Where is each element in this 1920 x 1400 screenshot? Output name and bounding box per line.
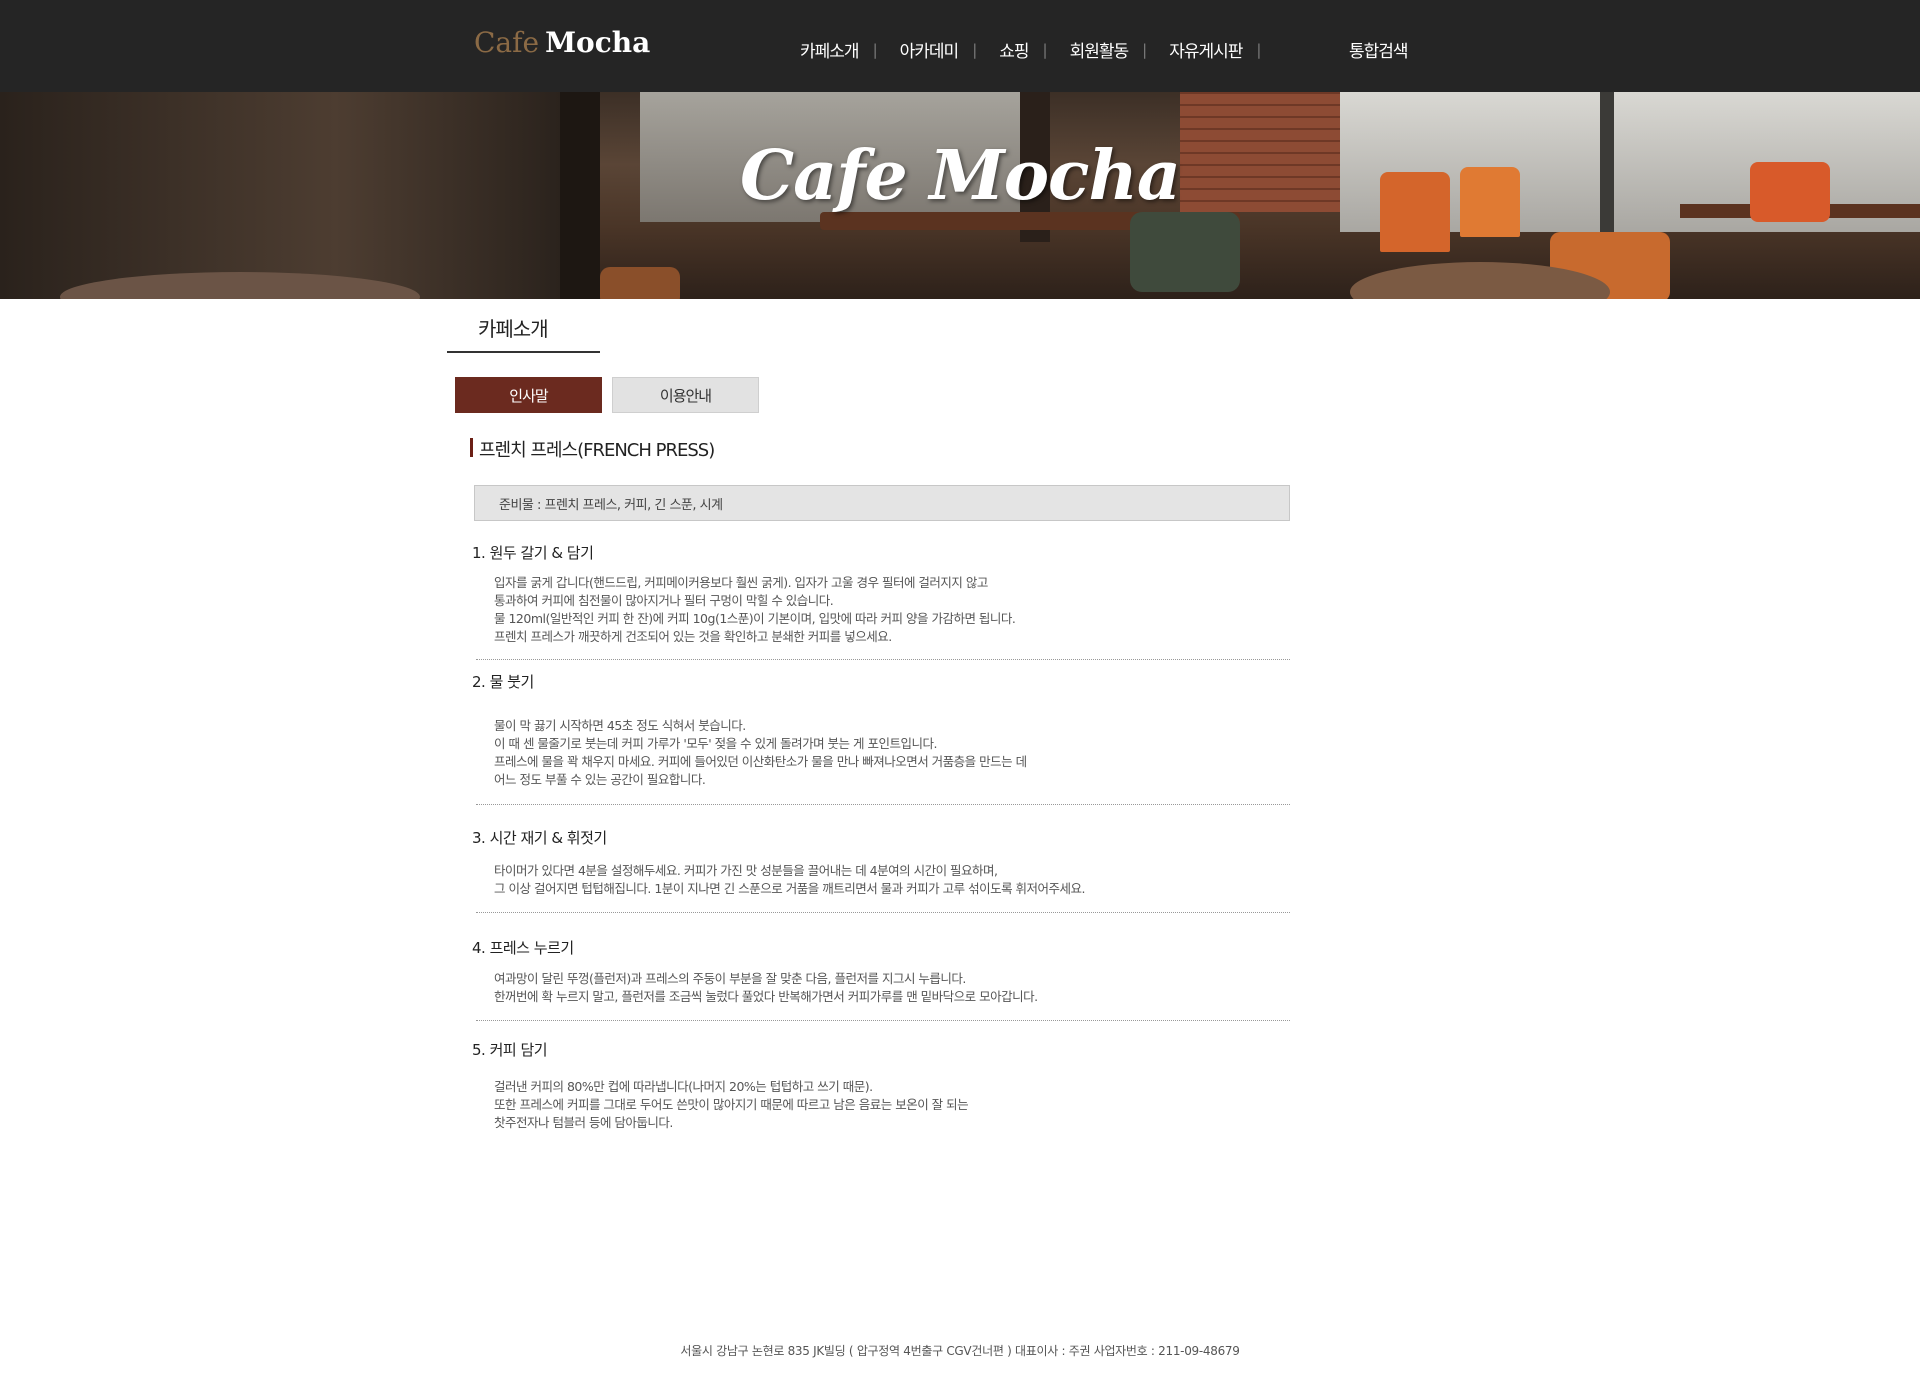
step-heading: 1. 원두 갈기 & 담기 <box>472 544 594 562</box>
divider <box>476 804 1290 805</box>
step-line: 타이머가 있다면 4분을 설정해두세요. 커피가 가진 맛 성분들을 끌어내는 … <box>494 863 998 878</box>
footer-info: 서울시 강남구 논현로 835 JK빌딩 ( 압구정역 4번출구 CGV건너편 … <box>680 1344 1240 1358</box>
nav-academy[interactable]: 아카데미 <box>900 37 960 62</box>
hero-banner: Cafe Mocha <box>0 92 1920 299</box>
step-line: 프레스에 물을 꽉 채우지 마세요. 커피에 들어있던 이산화탄소가 물을 만나… <box>494 754 1027 769</box>
step-line: 찻주전자나 텀블러 등에 담아둡니다. <box>494 1115 673 1130</box>
step-line: 어느 정도 부풀 수 있는 공간이 필요합니다. <box>494 772 706 787</box>
step-line: 통과하여 커피에 침전물이 많아지거나 필터 구멍이 막힐 수 있습니다. <box>494 593 834 608</box>
logo-word-mocha: Mocha <box>545 26 651 59</box>
top-header: Cafe Mocha 카페소개 | 아카데미 | 쇼핑 | 회원활동 | 자유게시… <box>0 0 1920 92</box>
step-body: 여과망이 달린 뚜껑(플런저)과 프레스의 주둥이 부분을 잘 맞춘 다음, 플… <box>494 970 1294 1006</box>
step-line: 한꺼번에 확 누르지 말고, 플런저를 조금씩 눌렀다 풀었다 반복해가면서 커… <box>494 989 1038 1004</box>
prep-text: 준비물 : 프렌치 프레스, 커피, 긴 스푼, 시계 <box>499 497 723 513</box>
step-heading: 2. 물 붓기 <box>472 673 534 691</box>
divider <box>476 1020 1290 1021</box>
nav-separator: | <box>972 40 978 59</box>
step-body: 걸러낸 커피의 80%만 컵에 따라냅니다(나머지 20%는 텁텁하고 쓰기 때… <box>494 1078 1294 1132</box>
step-line: 물 120ml(일반적인 커피 한 잔)에 커피 10g(1스푼)이 기본이며,… <box>494 611 1016 626</box>
step-line: 또한 프레스에 커피를 그대로 두어도 쓴맛이 많아지기 때문에 따르고 남은 … <box>494 1097 969 1112</box>
nav-separator: | <box>872 40 878 59</box>
step-line: 물이 막 끓기 시작하면 45초 정도 식혀서 붓습니다. <box>494 718 746 733</box>
nav-separator: | <box>1256 40 1262 59</box>
tab-usage-guide[interactable]: 이용안내 <box>612 377 759 413</box>
step-heading: 4. 프레스 누르기 <box>472 939 574 957</box>
logo-word-cafe: Cafe <box>474 26 540 59</box>
nav-separator: | <box>1042 40 1048 59</box>
prep-box: 준비물 : 프렌치 프레스, 커피, 긴 스푼, 시계 <box>474 485 1290 521</box>
nav-shopping[interactable]: 쇼핑 <box>999 37 1029 62</box>
divider <box>476 659 1290 660</box>
section-title-underline <box>447 351 600 353</box>
step-line: 여과망이 달린 뚜껑(플런저)과 프레스의 주둥이 부분을 잘 맞춘 다음, 플… <box>494 971 966 986</box>
step-line: 그 이상 걸어지면 텁텁해집니다. 1분이 지나면 긴 스푼으로 거품을 깨트리… <box>494 881 1086 896</box>
step-body: 물이 막 끓기 시작하면 45초 정도 식혀서 붓습니다. 이 때 센 물줄기로… <box>494 717 1294 789</box>
nav-separator: | <box>1142 40 1148 59</box>
article-title: 프렌치 프레스(FRENCH PRESS) <box>479 440 715 461</box>
article-title-accent <box>470 438 473 457</box>
banner-chair <box>1130 212 1240 292</box>
step-body: 입자를 굵게 갑니다(핸드드립, 커피메이커용보다 훨씬 굵게). 입자가 고울… <box>494 574 1294 646</box>
nav-integrated-search[interactable]: 통합검색 <box>1349 37 1409 62</box>
step-line: 이 때 센 물줄기로 붓는데 커피 가루가 '모두' 젖을 수 있게 돌려가며 … <box>494 736 937 751</box>
divider <box>476 912 1290 913</box>
step-heading: 3. 시간 재기 & 휘젓기 <box>472 829 607 847</box>
main-nav: 카페소개 | 아카데미 | 쇼핑 | 회원활동 | 자유게시판 | <box>800 37 1283 63</box>
step-line: 걸러낸 커피의 80%만 컵에 따라냅니다(나머지 20%는 텁텁하고 쓰기 때… <box>494 1079 873 1094</box>
nav-free-board[interactable]: 자유게시판 <box>1169 37 1243 62</box>
nav-member-activity[interactable]: 회원활동 <box>1070 37 1130 62</box>
step-line: 프렌치 프레스가 깨끗하게 건조되어 있는 것을 확인하고 분쇄한 커피를 넣으… <box>494 629 892 644</box>
site-logo[interactable]: Cafe Mocha <box>474 26 650 59</box>
nav-cafe-intro[interactable]: 카페소개 <box>800 37 860 62</box>
banner-title: Cafe Mocha <box>740 136 1181 216</box>
tab-greeting[interactable]: 인사말 <box>455 377 602 413</box>
section-title: 카페소개 <box>478 317 549 341</box>
banner-chair <box>600 267 680 299</box>
step-line: 입자를 굵게 갑니다(핸드드립, 커피메이커용보다 훨씬 굵게). 입자가 고울… <box>494 575 988 590</box>
step-body: 타이머가 있다면 4분을 설정해두세요. 커피가 가진 맛 성분들을 끌어내는 … <box>494 862 1294 898</box>
step-heading: 5. 커피 담기 <box>472 1041 548 1059</box>
